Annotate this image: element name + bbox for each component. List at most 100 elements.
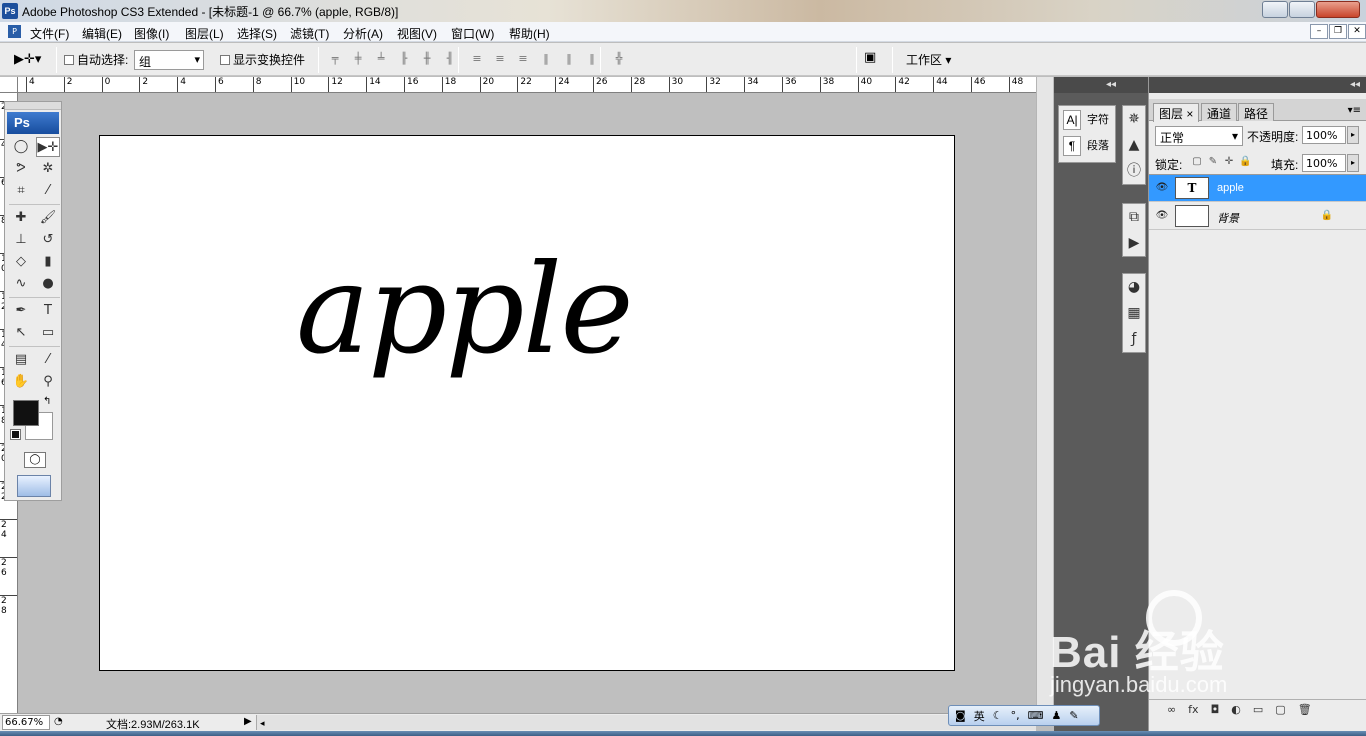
document-canvas[interactable]: apple: [99, 135, 955, 671]
pen-tool-icon[interactable]: ✒: [9, 301, 33, 321]
panel-menu-icon[interactable]: ▾≡: [1348, 105, 1361, 116]
document-icon[interactable]: P: [8, 25, 21, 38]
default-colors-icon[interactable]: [10, 429, 21, 440]
notes-tool-icon[interactable]: ▤: [9, 350, 33, 370]
opacity-field[interactable]: 100%: [1302, 126, 1346, 144]
align-left-icon[interactable]: ╟: [397, 51, 411, 67]
ime-keyboard-icon[interactable]: ⌨: [1028, 709, 1044, 722]
history-brush-tool-icon[interactable]: ↺: [36, 230, 60, 250]
slice-tool-icon[interactable]: ⁄: [36, 181, 60, 201]
layer-mask-icon[interactable]: ◘: [1211, 700, 1220, 719]
zoom-field[interactable]: 66.67%: [2, 715, 50, 730]
menu-analysis[interactable]: 分析(A): [343, 25, 383, 42]
delete-layer-icon[interactable]: 🗑: [1298, 700, 1312, 719]
color-icon[interactable]: ◕: [1123, 274, 1145, 300]
gradient-tool-icon[interactable]: ▮: [36, 252, 60, 272]
horizontal-scrollbar[interactable]: ◂: [256, 715, 1036, 730]
foreground-color-swatch[interactable]: [13, 400, 39, 426]
quick-mask-button[interactable]: ◯: [24, 452, 46, 468]
new-layer-icon[interactable]: ▢: [1275, 700, 1285, 719]
distribute-bottom-icon[interactable]: ≡: [516, 51, 530, 67]
menu-window[interactable]: 窗口(W): [451, 25, 494, 42]
path-selection-tool-icon[interactable]: ↖: [9, 323, 33, 343]
bridge-icon[interactable]: ▣: [864, 50, 886, 70]
ime-moon-icon[interactable]: ☾: [993, 709, 1003, 722]
doc-minimize-button[interactable]: –: [1310, 24, 1328, 39]
show-transform-checkbox[interactable]: [220, 55, 230, 65]
paragraph-panel-button[interactable]: ¶ 段落: [1063, 136, 1109, 160]
lasso-tool-icon[interactable]: ᕗ: [9, 159, 33, 179]
blur-tool-icon[interactable]: ∿: [9, 274, 33, 294]
styles-icon[interactable]: ƒ: [1123, 326, 1145, 352]
align-right-icon[interactable]: ╢: [443, 51, 457, 67]
crop-tool-icon[interactable]: ⌗: [9, 181, 33, 201]
tab-paths[interactable]: 路径: [1238, 103, 1275, 121]
blend-mode-dropdown[interactable]: 正常: [1155, 126, 1243, 146]
distribute-right-icon[interactable]: ‖: [585, 51, 599, 67]
dock-collapse-icon[interactable]: [1120, 77, 1148, 93]
ime-punct-icon[interactable]: °,: [1011, 709, 1020, 722]
status-menu-icon[interactable]: ◔: [54, 716, 63, 727]
menu-image[interactable]: 图像(I): [134, 25, 169, 42]
lock-position-icon[interactable]: ✛: [1223, 156, 1235, 168]
lock-transparency-icon[interactable]: ▢: [1191, 156, 1203, 168]
minimize-button[interactable]: [1262, 1, 1288, 18]
distribute-left-icon[interactable]: ‖: [539, 51, 553, 67]
navigator-icon[interactable]: ✵: [1123, 106, 1145, 132]
dock-collapse-icon[interactable]: ◂◂: [1054, 77, 1120, 93]
marquee-tool-icon[interactable]: ◯: [9, 137, 33, 157]
tab-layers[interactable]: 图层 ×: [1153, 103, 1200, 122]
auto-align-layers-icon[interactable]: ╬: [612, 51, 626, 67]
menu-help[interactable]: 帮助(H): [509, 25, 550, 42]
layer-visibility-eye-icon[interactable]: 👁: [1155, 209, 1169, 223]
character-panel-button[interactable]: A| 字符: [1063, 110, 1109, 134]
layer-style-icon[interactable]: fx: [1188, 700, 1198, 719]
menu-edit[interactable]: 编辑(E): [82, 25, 122, 42]
distribute-top-icon[interactable]: ≡: [470, 51, 484, 67]
layer-visibility-eye-icon[interactable]: 👁: [1155, 181, 1169, 195]
doc-close-button[interactable]: ✕: [1348, 24, 1366, 39]
swap-colors-icon[interactable]: ↰: [43, 396, 51, 407]
menu-select[interactable]: 选择(S): [237, 25, 277, 42]
ime-language[interactable]: 英: [974, 708, 985, 724]
layer-row-background[interactable]: 👁 背景 🔒: [1149, 203, 1366, 230]
auto-select-dropdown[interactable]: 组: [134, 50, 204, 70]
menu-file[interactable]: 文件(F): [30, 25, 69, 42]
magic-wand-tool-icon[interactable]: ✲: [36, 159, 60, 179]
shape-tool-icon[interactable]: ▭: [36, 323, 60, 343]
doc-restore-button[interactable]: ❐: [1329, 24, 1347, 39]
fill-field[interactable]: 100%: [1302, 154, 1346, 172]
ime-user-icon[interactable]: ♟: [1051, 709, 1061, 722]
eyedropper-tool-icon[interactable]: ⁄: [36, 350, 60, 370]
ime-settings-icon[interactable]: ✎: [1069, 709, 1078, 722]
swatches-icon[interactable]: ▦: [1123, 300, 1145, 326]
actions-icon[interactable]: ▶: [1123, 230, 1145, 256]
hand-tool-icon[interactable]: ✋: [9, 372, 33, 392]
brush-tool-icon[interactable]: 🖌: [36, 208, 60, 228]
dock-collapse-icon[interactable]: ◂◂: [1149, 77, 1366, 93]
distribute-hcenter-icon[interactable]: ‖: [562, 51, 576, 67]
link-layers-icon[interactable]: ∞: [1167, 700, 1176, 719]
tab-channels[interactable]: 通道: [1201, 103, 1238, 121]
info-icon[interactable]: ⓘ: [1123, 158, 1145, 184]
histogram-icon[interactable]: ▲: [1123, 132, 1145, 158]
layer-row-apple[interactable]: 👁 T apple: [1149, 175, 1366, 202]
close-button[interactable]: [1316, 1, 1360, 18]
adjustment-layer-icon[interactable]: ◐: [1231, 700, 1241, 719]
distribute-vcenter-icon[interactable]: ≡: [493, 51, 507, 67]
fill-slider-button[interactable]: ▸: [1347, 154, 1359, 172]
move-tool-preset-icon[interactable]: ▶✛▾: [14, 49, 50, 71]
align-top-icon[interactable]: ╤: [328, 51, 342, 67]
align-vcenter-icon[interactable]: ╪: [351, 51, 365, 67]
toolbox-grip[interactable]: [5, 102, 61, 110]
workspace-menu-button[interactable]: 工作区 ▾: [906, 51, 951, 68]
menu-filter[interactable]: 滤镜(T): [290, 25, 329, 42]
type-tool-icon[interactable]: T: [36, 301, 60, 321]
menu-view[interactable]: 视图(V): [397, 25, 437, 42]
align-bottom-icon[interactable]: ╧: [374, 51, 388, 67]
lock-all-icon[interactable]: 🔒: [1239, 156, 1251, 168]
scroll-left-icon[interactable]: ◂: [257, 719, 265, 729]
new-group-icon[interactable]: ▭: [1253, 700, 1263, 719]
align-hcenter-icon[interactable]: ╫: [420, 51, 434, 67]
maximize-button[interactable]: [1289, 1, 1315, 18]
